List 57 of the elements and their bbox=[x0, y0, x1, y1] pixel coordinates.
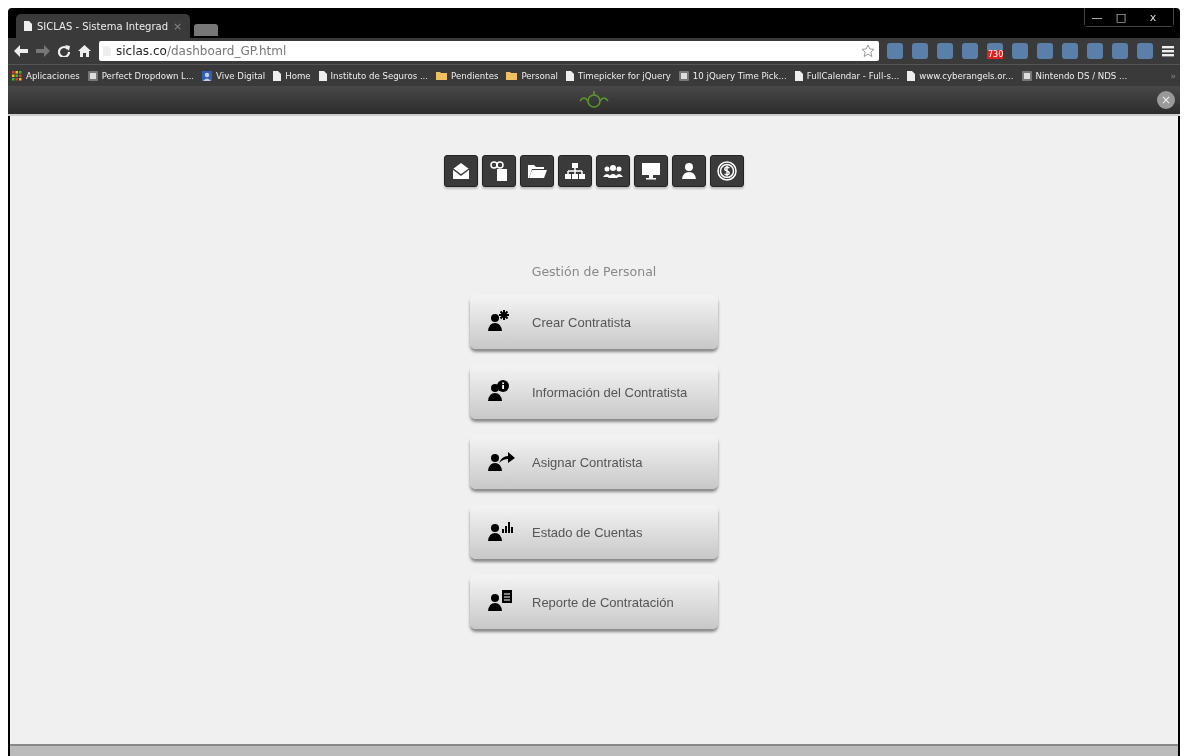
extension-icon[interactable]: 730 bbox=[987, 43, 1003, 59]
module-button[interactable] bbox=[710, 155, 744, 187]
new-tab-button[interactable] bbox=[194, 24, 219, 36]
apps-grid-icon bbox=[12, 70, 22, 81]
folder-icon bbox=[506, 71, 518, 80]
module-button[interactable] bbox=[672, 155, 706, 187]
url-text: siclas.co/dashboard_GP.html bbox=[116, 44, 288, 58]
page-icon bbox=[794, 70, 803, 81]
site-icon bbox=[87, 70, 98, 81]
address-bar[interactable]: siclas.co/dashboard_GP.html bbox=[99, 41, 879, 61]
dollar-icon bbox=[716, 160, 738, 182]
page-icon bbox=[565, 70, 574, 81]
bookmark-link[interactable]: Aplicaciones bbox=[12, 70, 80, 81]
bookmark-link[interactable]: FullCalendar - Full-s... bbox=[794, 70, 900, 81]
reload-icon[interactable] bbox=[58, 45, 70, 57]
bookmark-link[interactable]: Nintendo DS / NDS ... bbox=[1021, 70, 1128, 81]
module-button[interactable] bbox=[444, 155, 478, 187]
star-icon[interactable] bbox=[861, 44, 875, 58]
hierarchy-icon bbox=[564, 160, 586, 182]
browser-tab[interactable]: SICLAS - Sistema Integrad × bbox=[16, 14, 191, 38]
page-icon bbox=[907, 70, 916, 81]
page-icon bbox=[318, 70, 327, 81]
bookmark-link[interactable]: 10 jQuery Time Pick... bbox=[678, 70, 787, 81]
home-icon[interactable] bbox=[78, 45, 91, 57]
logo-drawing bbox=[578, 91, 610, 109]
person-icon bbox=[202, 70, 213, 81]
forward-icon[interactable] bbox=[36, 45, 50, 57]
bookmark-link[interactable]: Instituto de Seguros ... bbox=[318, 70, 429, 81]
page-icon bbox=[273, 70, 282, 81]
module-button[interactable] bbox=[520, 155, 554, 187]
action-button[interactable]: Reporte de Contratación bbox=[470, 575, 718, 629]
envelope-icon bbox=[450, 160, 472, 182]
bookmark-link[interactable]: Personal bbox=[506, 70, 558, 81]
site-icon bbox=[678, 70, 689, 81]
back-icon[interactable] bbox=[14, 45, 28, 57]
site-icon bbox=[1021, 70, 1032, 81]
module-button[interactable] bbox=[596, 155, 630, 187]
bookmark-link[interactable]: Perfect Dropdown L... bbox=[87, 70, 195, 81]
action-button[interactable]: Información del Contratista bbox=[470, 365, 718, 419]
bookmark-link[interactable]: Vive Digital bbox=[202, 70, 266, 81]
action-button[interactable]: Estado de Cuentas bbox=[470, 505, 718, 559]
monitor-icon bbox=[640, 160, 662, 182]
bookmark-link[interactable]: Pendientes bbox=[436, 70, 499, 81]
bookmark-link[interactable]: www.cyberangels.or... bbox=[907, 70, 1014, 81]
menu-icon[interactable] bbox=[1162, 45, 1174, 57]
folder-icon bbox=[436, 71, 448, 80]
extension-badge: 730 bbox=[987, 50, 1003, 59]
module-button[interactable] bbox=[634, 155, 668, 187]
action-button[interactable]: Crear Contratista bbox=[470, 295, 718, 349]
section-title: Gestión de Personal bbox=[531, 264, 657, 279]
bookmark-link[interactable]: Timepicker for jQuery bbox=[565, 70, 671, 81]
action-button[interactable]: Asignar Contratista bbox=[470, 435, 718, 489]
page-icon bbox=[24, 21, 32, 31]
bookmark-link[interactable]: Home bbox=[273, 70, 311, 81]
module-button[interactable] bbox=[558, 155, 592, 187]
module-button[interactable] bbox=[482, 155, 516, 187]
tab-title: SICLAS - Sistema Integrad bbox=[37, 20, 168, 32]
